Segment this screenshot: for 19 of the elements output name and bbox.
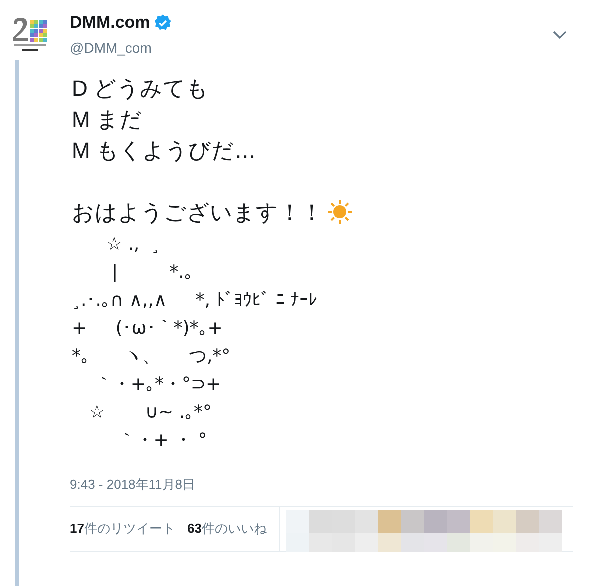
sun-icon: [327, 199, 353, 225]
tweet-text-line: おはようございます！！: [72, 198, 323, 226]
tweet-text-line: M もくようびだ…: [72, 136, 256, 164]
text-art-line: ☆ ∪~ .｡*°: [88, 400, 212, 424]
text-art-line: ¸.･.｡∩ ∧,,∧ *, ﾄﾞﾖｳﾋﾞ ﾆ ﾅｰﾚ: [72, 288, 318, 312]
text-art-line: ☆ ., ¸: [105, 232, 160, 256]
text-art-line: + (･ω･｀*)*｡+: [72, 316, 223, 340]
tweet-text-line: D どうみても: [72, 74, 209, 102]
chevron-down-icon[interactable]: [553, 30, 567, 40]
engagement-count[interactable]: 17件のリツイート: [70, 519, 176, 539]
tweet-text-line: M まだ: [72, 106, 142, 134]
text-art-line: ｀・+ ・ °: [116, 428, 208, 452]
text-art-line: *｡ ヽ、 つ,*°: [72, 344, 231, 368]
tweet-timestamp[interactable]: 9:43 - 2018年11月8日: [70, 474, 573, 494]
text-art-line: ｀・+｡*・°⊃+: [94, 372, 222, 396]
engagement-count[interactable]: 63件のいいね: [187, 519, 267, 539]
author-name[interactable]: DMM.com: [70, 10, 150, 36]
author-handle[interactable]: @DMM_com: [70, 38, 553, 58]
text-art-line: | *.｡: [111, 260, 194, 284]
